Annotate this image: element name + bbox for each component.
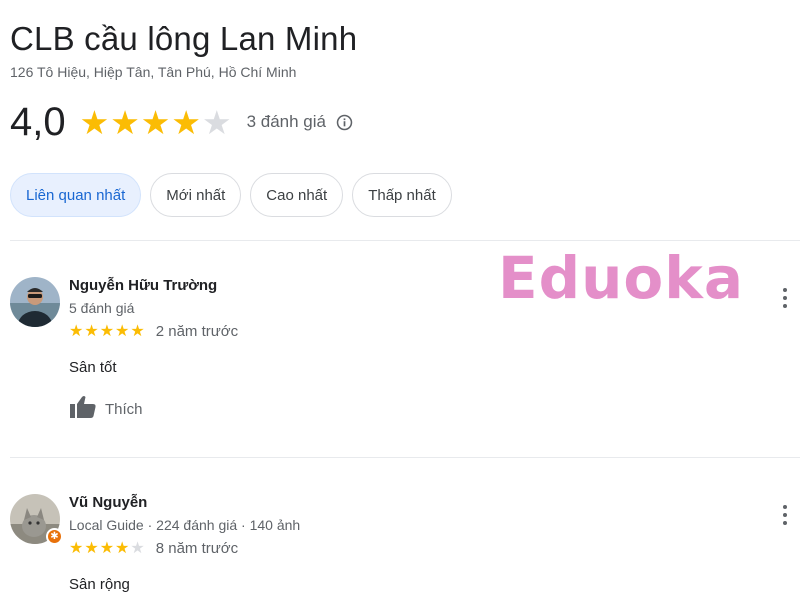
star-icon: ★	[115, 322, 130, 340]
star-icon: ★	[84, 539, 99, 557]
star-icon: ★	[201, 103, 232, 141]
review-item: Nguyễn Hữu Trường 5 đánh giá ★ ★ ★ ★ ★ 2…	[10, 277, 800, 427]
review-author[interactable]: Nguyễn Hữu Trường	[69, 277, 217, 294]
rating-summary: 4,0 ★ ★ ★ ★ ★ 3 đánh giá	[10, 100, 354, 144]
sort-chips: Liên quan nhất Mới nhất Cao nhất Thấp nh…	[10, 173, 452, 217]
rating-value: 4,0	[10, 99, 66, 144]
chip-highest[interactable]: Cao nhất	[250, 173, 344, 217]
chip-newest[interactable]: Mới nhất	[150, 173, 242, 217]
place-title: CLB cầu lông Lan Minh	[10, 20, 358, 57]
star-icon: ★	[140, 103, 171, 141]
star-icon: ★	[84, 322, 99, 340]
review-author-meta: Local Guide · 224 đánh giá · 140 ảnh	[69, 517, 301, 533]
review-stars: ★ ★ ★ ★ ★ 2 năm trước	[69, 323, 238, 340]
star-icon: ★	[79, 103, 110, 141]
divider	[10, 457, 800, 458]
place-address: 126 Tô Hiệu, Hiệp Tân, Tân Phú, Hồ Chí M…	[10, 64, 297, 80]
divider	[10, 240, 800, 241]
rating-stars: ★ ★ ★ ★ ★	[80, 106, 233, 139]
like-label: Thích	[105, 400, 143, 418]
star-icon: ★	[99, 322, 115, 340]
review-text: Sân tốt	[69, 359, 117, 376]
star-icon: ★	[110, 103, 140, 141]
review-time: 2 năm trước	[155, 323, 239, 340]
star-icon: ★	[130, 539, 145, 557]
review-author-meta: 5 đánh giá	[69, 300, 135, 316]
more-vert-icon[interactable]	[780, 288, 790, 308]
chip-most-relevant[interactable]: Liên quan nhất	[10, 173, 142, 217]
star-icon: ★	[115, 539, 130, 557]
more-vert-icon[interactable]	[780, 505, 790, 525]
thumbs-up-icon	[69, 395, 97, 423]
avatar[interactable]	[10, 277, 60, 327]
info-icon[interactable]	[336, 113, 354, 131]
review-text: Sân rộng	[69, 576, 130, 593]
like-button[interactable]: Thích	[69, 395, 143, 423]
local-guide-badge-icon: ✱	[46, 528, 63, 545]
star-icon: ★	[69, 322, 84, 340]
review-count[interactable]: 3 đánh giá	[247, 112, 326, 132]
review-item: ✱ Vũ Nguyễn Local Guide · 224 đánh giá ·…	[10, 494, 800, 600]
review-stars: ★ ★ ★ ★ ★ 8 năm trước	[69, 540, 238, 557]
review-author[interactable]: Vũ Nguyễn	[69, 494, 147, 511]
star-icon: ★	[69, 539, 84, 557]
review-time: 8 năm trước	[155, 540, 239, 557]
star-icon: ★	[99, 539, 115, 557]
star-icon: ★	[171, 103, 201, 141]
chip-lowest[interactable]: Thấp nhất	[352, 173, 452, 217]
star-icon: ★	[130, 322, 145, 340]
